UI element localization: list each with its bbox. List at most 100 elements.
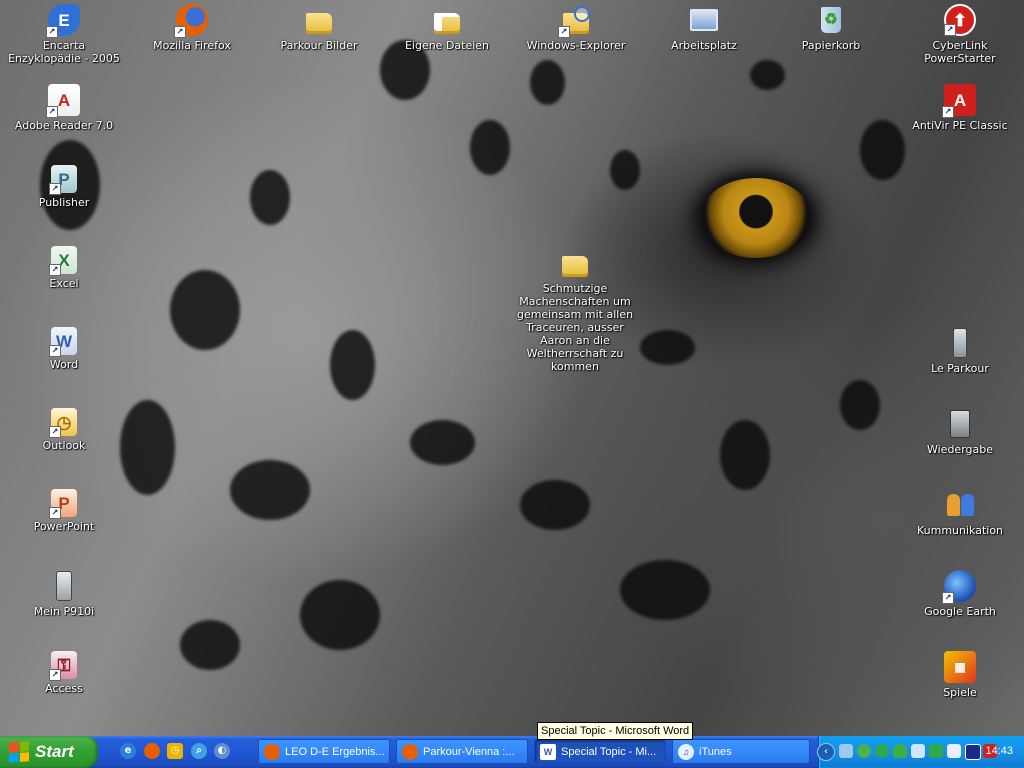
antivir-icon: A ↗ bbox=[942, 84, 976, 118]
firefox-icon bbox=[264, 743, 280, 760]
desktop-icon-label: Publisher bbox=[38, 196, 90, 209]
word-icon: W ↗ bbox=[49, 327, 77, 357]
desktop-icon-label: Outlook bbox=[42, 439, 86, 452]
publisher-icon: P ↗ bbox=[49, 165, 77, 195]
desktop-icon-label: Parkour Bilder bbox=[280, 39, 358, 52]
my-documents-icon bbox=[431, 4, 463, 36]
desktop-icon-le-parkour[interactable]: Le Parkour bbox=[900, 327, 1020, 375]
internet-explorer-icon[interactable]: e bbox=[120, 743, 136, 759]
desktop-icon-windows-explorer[interactable]: ↗ Windows-Explorer bbox=[516, 4, 636, 52]
desktop-icon-adobe-reader[interactable]: A ↗ Adobe Reader 7.0 bbox=[4, 84, 124, 132]
taskbar-button-leo[interactable]: LEO D-E Ergebnis... bbox=[258, 739, 390, 764]
taskbar-button-parkour-vienna[interactable]: Parkour-Vienna :... bbox=[396, 739, 528, 764]
desktop-icon-label: Kummunikation bbox=[916, 524, 1004, 537]
desktop-icon-word[interactable]: W ↗ Word bbox=[4, 327, 124, 371]
powerpoint-icon: P ↗ bbox=[49, 489, 77, 519]
desktop-icon-kummunikation[interactable]: Kummunikation bbox=[900, 489, 1020, 537]
desktop-icon-label: Adobe Reader 7.0 bbox=[14, 119, 114, 132]
taskbar-button-special-topic[interactable]: W Special Topic - Mi... bbox=[534, 739, 666, 764]
desktop-icon-label: Schmutzige Machenschaften um gemeinsam m… bbox=[516, 282, 634, 373]
desktop-icon-google-earth[interactable]: ↗ Google Earth bbox=[900, 570, 1020, 618]
phone-sync-icon[interactable] bbox=[947, 744, 961, 758]
taskbar-button-label: LEO D-E Ergebnis... bbox=[285, 745, 385, 758]
taskbar-button-label: iTunes bbox=[699, 745, 732, 758]
leopard-eye bbox=[700, 178, 812, 258]
security-icon[interactable] bbox=[857, 744, 871, 758]
firefox-icon[interactable] bbox=[144, 743, 160, 759]
network-icon[interactable] bbox=[839, 744, 853, 758]
desktop-icon-label: Access bbox=[45, 682, 83, 695]
phone-icon bbox=[48, 570, 80, 602]
desktop-icon-label: Windows-Explorer bbox=[526, 39, 626, 52]
start-button[interactable]: Start bbox=[0, 736, 98, 768]
desktop-icon-spiele[interactable]: ▦ Spiele bbox=[900, 651, 1020, 699]
clover-icon[interactable] bbox=[875, 744, 889, 758]
taskbar: Start e ◷ ⌕ ◐ LEO D-E Ergebnis... Parkou… bbox=[0, 736, 1024, 768]
clock-app-icon[interactable]: ◷ bbox=[167, 743, 183, 759]
desktop-icon-schmutzige-machenschaften[interactable]: Schmutzige Machenschaften um gemeinsam m… bbox=[512, 247, 638, 373]
tray-collapse-icon[interactable]: ‹ bbox=[817, 743, 835, 761]
show-desktop-icon[interactable]: ◐ bbox=[214, 743, 230, 759]
folder-icon bbox=[559, 247, 591, 279]
desktop-icon-excel[interactable]: X ↗ Excel bbox=[4, 246, 124, 290]
media-player-icon bbox=[944, 408, 976, 440]
desktop-icon-encarta[interactable]: E ↗ Encarta Enzyklopädie - 2005 bbox=[4, 4, 124, 65]
my-computer-icon bbox=[688, 4, 720, 36]
desktop-icon-label: Papierkorb bbox=[801, 39, 861, 52]
connection-icon[interactable] bbox=[929, 744, 943, 758]
desktop-icon-wiedergabe[interactable]: Wiedergabe bbox=[900, 408, 1020, 456]
desktop-icon-label: Google Earth bbox=[924, 605, 996, 618]
desktop-icon-label: Encarta Enzyklopädie - 2005 bbox=[8, 39, 120, 65]
excel-icon: X ↗ bbox=[49, 246, 77, 276]
desktop-icon-label: AntiVir PE Classic bbox=[912, 119, 1008, 132]
desktop-icon-antivir[interactable]: A ↗ AntiVir PE Classic bbox=[900, 84, 1020, 132]
clock[interactable]: 14:43 bbox=[985, 745, 1013, 757]
adobe-reader-icon: A ↗ bbox=[46, 84, 80, 118]
media-icon[interactable] bbox=[965, 744, 981, 760]
contacts-icon bbox=[944, 489, 976, 521]
desktop-icon-cyberlink-powerstarter[interactable]: ⬆ ↗ CyberLink PowerStarter bbox=[900, 4, 1020, 65]
desktop-icon-label: PowerPoint bbox=[33, 520, 95, 533]
folder-icon bbox=[303, 4, 335, 36]
desktop-icon-label: Excel bbox=[49, 277, 79, 290]
desktop-icon-label: Spiele bbox=[943, 686, 977, 699]
desktop-icon-parkour-bilder[interactable]: Parkour Bilder bbox=[259, 4, 379, 52]
firefox-icon: ↗ bbox=[174, 4, 208, 38]
encarta-icon: E ↗ bbox=[46, 4, 80, 38]
desktop-icon-outlook[interactable]: ◷ ↗ Outlook bbox=[4, 408, 124, 452]
desktop-icon-eigene-dateien[interactable]: Eigene Dateien bbox=[387, 4, 507, 52]
desktop-icon-label: CyberLink PowerStarter bbox=[924, 39, 996, 65]
search-icon[interactable]: ⌕ bbox=[191, 743, 207, 759]
desktop-icon-firefox[interactable]: ↗ Mozilla Firefox bbox=[132, 4, 252, 52]
desktop-icon-label: Word bbox=[49, 358, 79, 371]
desktop-icon-publisher[interactable]: P ↗ Publisher bbox=[4, 165, 124, 209]
recycle-bin-icon: ♻ bbox=[815, 4, 847, 36]
messenger-icon[interactable] bbox=[893, 744, 907, 758]
desktop-icon-powerpoint[interactable]: P ↗ PowerPoint bbox=[4, 489, 124, 533]
firefox-icon bbox=[402, 743, 418, 760]
games-icon: ▦ bbox=[944, 651, 976, 683]
cyberlink-icon: ⬆ ↗ bbox=[944, 4, 976, 36]
google-earth-icon: ↗ bbox=[942, 570, 976, 604]
system-tray: ‹ 14:43 bbox=[817, 736, 1024, 768]
desktop-icon-arbeitsplatz[interactable]: Arbeitsplatz bbox=[644, 4, 764, 52]
taskbar-tooltip: Special Topic - Microsoft Word bbox=[537, 722, 694, 740]
start-label: Start bbox=[35, 742, 74, 761]
desktop-icon-label: Le Parkour bbox=[931, 362, 989, 375]
desktop-icon-papierkorb[interactable]: ♻ Papierkorb bbox=[771, 4, 891, 52]
desktop-icon-label: Eigene Dateien bbox=[404, 39, 490, 52]
bluetooth-icon[interactable] bbox=[911, 744, 925, 758]
desktop-icon-label: Wiedergabe bbox=[926, 443, 993, 456]
desktop-icon-label: Mein P910i bbox=[33, 605, 95, 618]
windows-logo-icon bbox=[9, 741, 29, 763]
desktop-wallpaper: E ↗ Encarta Enzyklopädie - 2005 ↗ Mozilla… bbox=[0, 0, 1024, 736]
desktop-icon-label: Arbeitsplatz bbox=[671, 39, 737, 52]
word-icon: W bbox=[540, 743, 556, 760]
taskbar-button-itunes[interactable]: ♫ iTunes bbox=[672, 739, 810, 764]
desktop-icon-mein-p910i[interactable]: Mein P910i bbox=[4, 570, 124, 618]
taskbar-button-label: Parkour-Vienna :... bbox=[423, 745, 515, 758]
explorer-icon: ↗ bbox=[558, 4, 592, 38]
access-icon: ⚿ ↗ bbox=[49, 651, 77, 681]
taskbar-button-label: Special Topic - Mi... bbox=[561, 745, 657, 758]
desktop-icon-access[interactable]: ⚿ ↗ Access bbox=[4, 651, 124, 695]
